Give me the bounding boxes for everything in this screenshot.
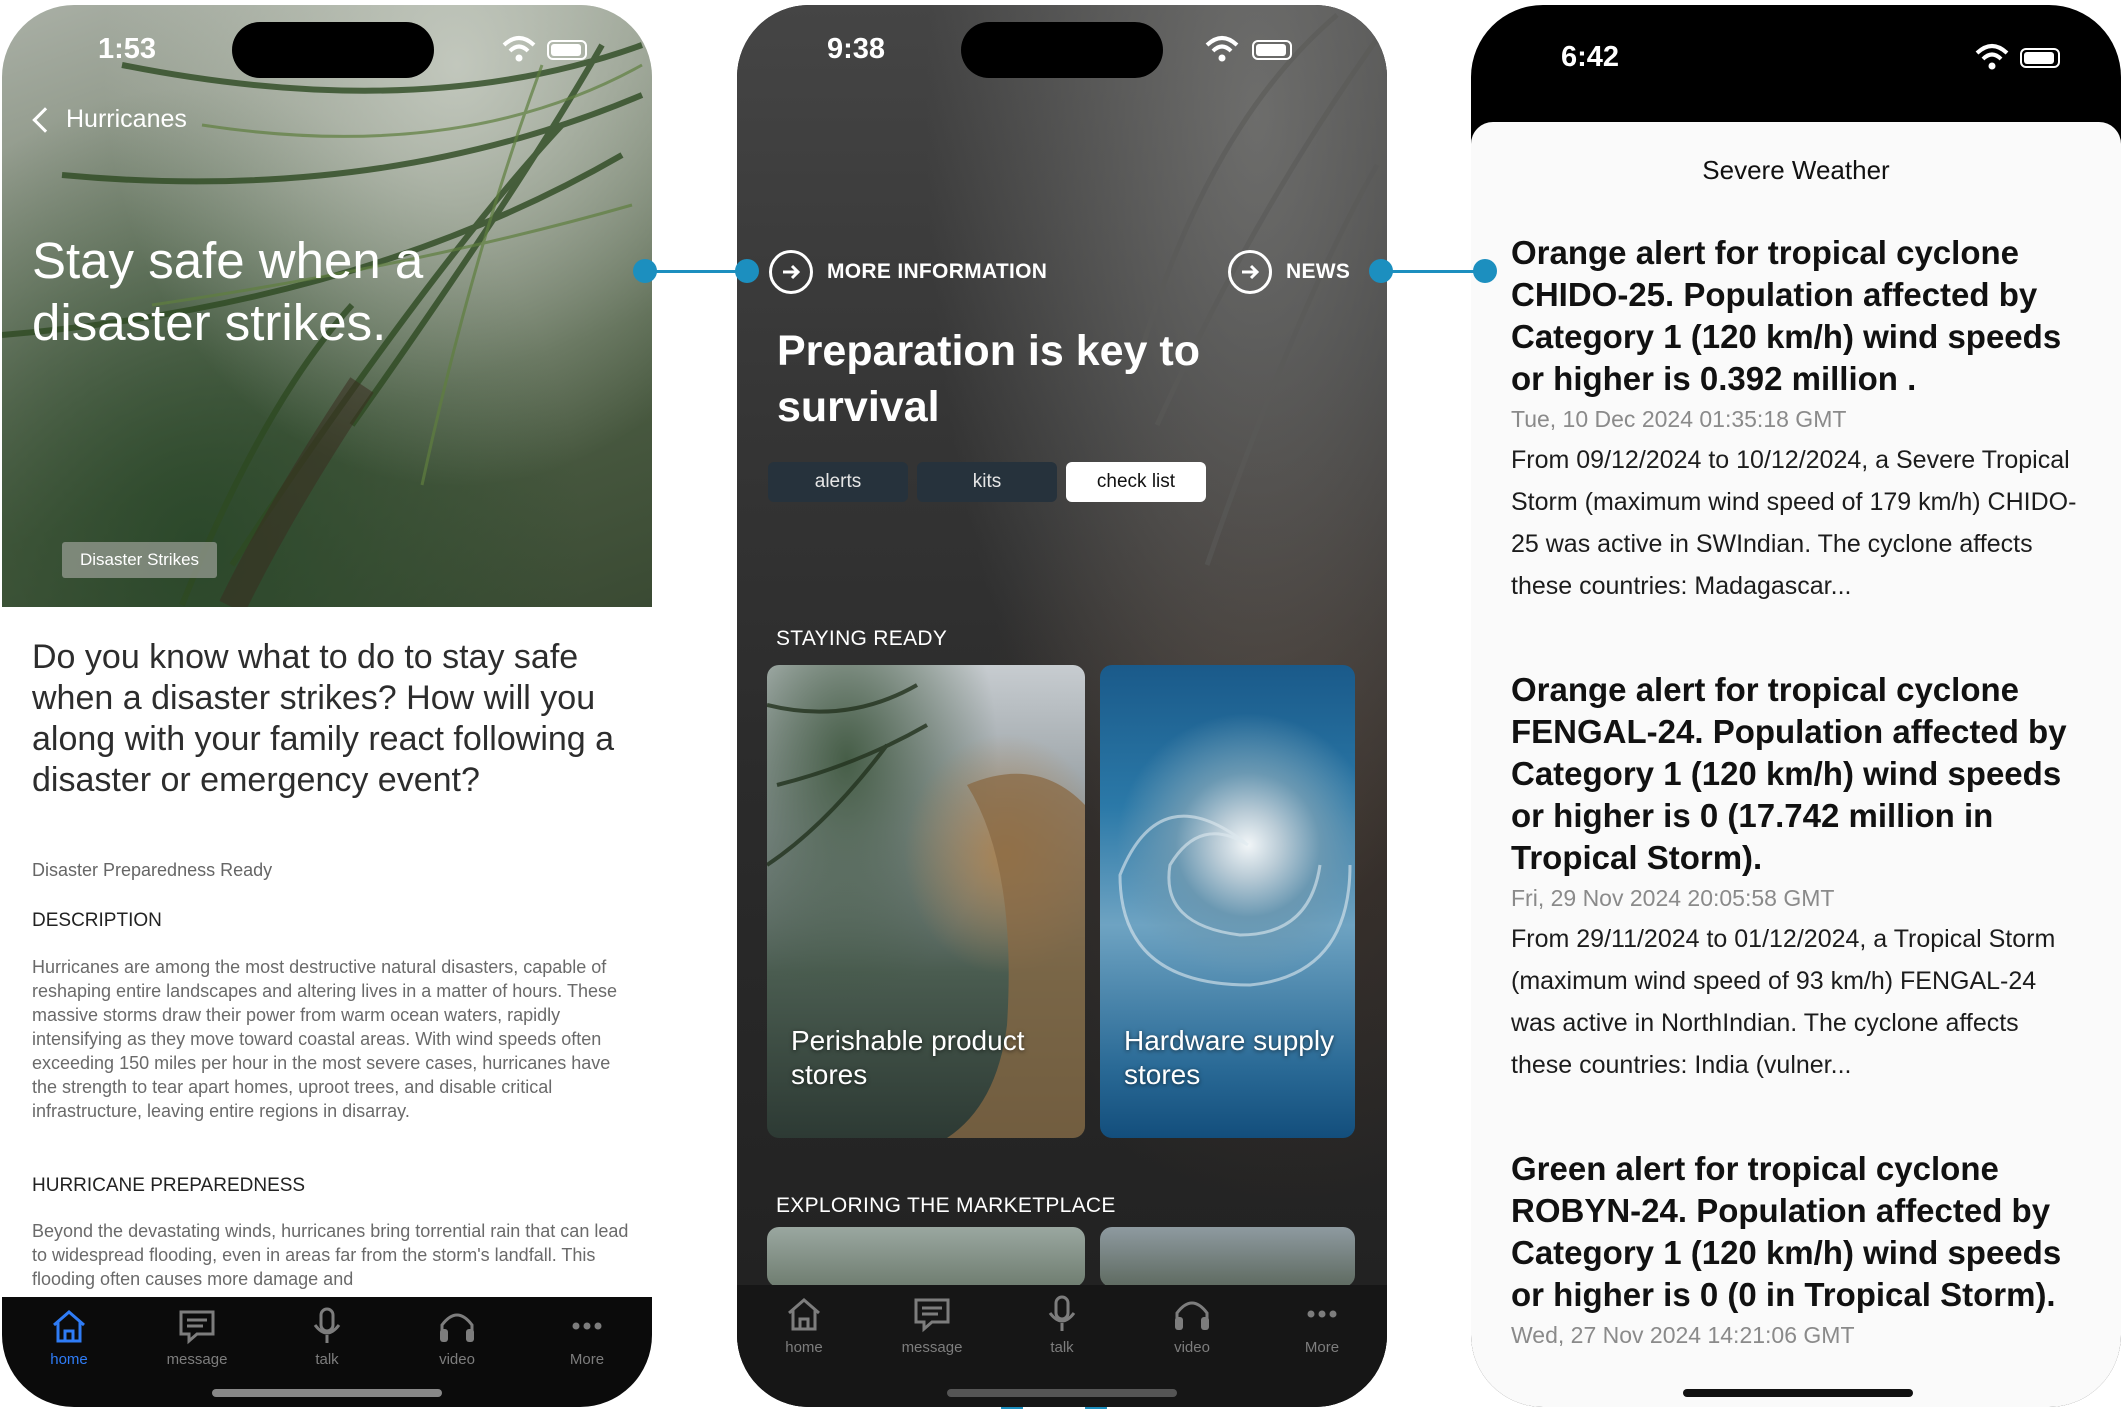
alert-item[interactable]: Green alert for tropical cyclone ROBYN-2… — [1511, 1148, 2081, 1349]
status-time: 9:38 — [827, 33, 886, 65]
card-caption: Hardware supply stores — [1124, 1025, 1335, 1090]
hardware-stores-card[interactable]: Hardware supply stores — [1100, 665, 1355, 1138]
connector-dot — [735, 259, 759, 283]
alert-headline: Orange alert for tropical cyclone FENGAL… — [1511, 671, 2067, 876]
tab-video[interactable]: video — [1137, 1295, 1247, 1356]
hero-title: Stay safe when a disaster strikes. — [32, 232, 424, 351]
page-title: Preparation is key to survival — [777, 327, 1200, 431]
alert-body: From 29/11/2024 to 01/12/2024, a Tropica… — [1511, 925, 2056, 1079]
phone-preparation: 9:38 MORE INFORMATION NEWS Preparation i… — [737, 5, 1387, 1407]
more-dots-icon — [1307, 1310, 1337, 1318]
marketplace-card-2[interactable] — [1100, 1227, 1355, 1287]
alert-body: From 09/12/2024 to 10/12/2024, a Severe … — [1511, 446, 2077, 600]
article-question: Do you know what to do to stay safe when… — [32, 638, 615, 799]
tab-label: talk — [315, 1351, 339, 1368]
tab-label: home — [50, 1351, 88, 1368]
alert-headline: Green alert for tropical cyclone ROBYN-2… — [1511, 1150, 2062, 1313]
home-indicator[interactable] — [212, 1389, 442, 1397]
status-time: 1:53 — [98, 33, 157, 65]
severe-weather-sheet[interactable]: Severe Weather Orange alert for tropical… — [1471, 122, 2121, 1407]
tab-talk[interactable]: talk — [272, 1307, 382, 1368]
more-dots-icon — [572, 1322, 602, 1330]
staying-ready-heading: STAYING READY — [776, 627, 948, 650]
battery-icon — [1252, 40, 1292, 60]
microphone-icon — [313, 1307, 341, 1343]
tab-label: More — [1304, 1339, 1340, 1356]
alert-date: Tue, 10 Dec 2024 01:35:18 GMT — [1511, 406, 1847, 432]
card-caption: Perishable product stores — [791, 1025, 1025, 1090]
battery-icon — [2020, 48, 2060, 68]
tab-label: message — [901, 1339, 963, 1356]
battery-icon — [547, 40, 587, 60]
tab-home[interactable]: home — [14, 1307, 124, 1368]
marketplace-card-1[interactable] — [767, 1227, 1085, 1287]
tab-talk[interactable]: talk — [1007, 1295, 1117, 1356]
description-text: Hurricanes are among the most destructiv… — [32, 957, 618, 1121]
message-icon — [179, 1310, 215, 1345]
tab-more[interactable]: More — [532, 1307, 642, 1368]
microphone-icon — [1048, 1295, 1076, 1331]
status-time: 6:42 — [1561, 41, 1620, 73]
tab-message[interactable]: message — [142, 1307, 252, 1368]
headphones-icon — [440, 1313, 474, 1342]
home-indicator[interactable] — [1683, 1389, 1913, 1397]
article-body: Do you know what to do to stay safe when… — [2, 607, 652, 1297]
alert-item[interactable]: Orange alert for tropical cyclone CHIDO-… — [1511, 232, 2081, 607]
tab-home[interactable]: home — [749, 1295, 859, 1356]
connector-line — [645, 270, 747, 273]
status-bar: 6:42 — [1471, 5, 2121, 115]
preparedness-text: Beyond the devastating winds, hurricanes… — [32, 1221, 629, 1289]
tab-message[interactable]: message — [877, 1295, 987, 1356]
house-icon — [788, 1298, 820, 1331]
home-indicator[interactable] — [947, 1389, 1177, 1397]
alert-date: Wed, 27 Nov 2024 14:21:06 GMT — [1511, 1322, 1855, 1348]
connector-dot — [1473, 259, 1497, 283]
dynamic-island — [232, 22, 434, 78]
wifi-icon — [1205, 36, 1239, 62]
segment-alerts[interactable]: alerts — [768, 462, 908, 502]
more-information-link[interactable]: MORE INFORMATION — [769, 250, 1047, 294]
arrow-right-circle-icon — [769, 250, 813, 294]
wifi-icon — [1975, 44, 2009, 70]
status-bar: 9:38 — [737, 5, 1387, 115]
dynamic-island — [1695, 27, 1897, 83]
segment-check-list[interactable]: check list — [1066, 462, 1206, 502]
tab-label: message — [166, 1351, 228, 1368]
wifi-icon — [502, 36, 536, 62]
connector-dot — [633, 259, 657, 283]
alert-headline: Orange alert for tropical cyclone CHIDO-… — [1511, 234, 2062, 397]
tab-label: More — [569, 1351, 605, 1368]
segment-kits[interactable]: kits — [917, 462, 1057, 502]
connector-line — [1381, 270, 1485, 273]
tab-video[interactable]: video — [402, 1307, 512, 1368]
marketplace-heading: EXPLORING THE MARKETPLACE — [776, 1194, 1116, 1217]
sheet-title: Severe Weather — [1702, 155, 1890, 185]
headphones-icon — [1175, 1301, 1209, 1330]
description-heading: DESCRIPTION — [32, 910, 162, 931]
tab-label: home — [785, 1339, 823, 1356]
phone-hurricane-info: 1:53 Hurricanes Stay safe when a disaste… — [2, 5, 652, 1407]
dynamic-island — [961, 22, 1163, 78]
connector-dot — [1369, 259, 1393, 283]
status-bar: 1:53 — [2, 5, 652, 115]
hero-tag[interactable]: Disaster Strikes — [62, 542, 218, 578]
message-icon — [914, 1298, 950, 1333]
house-icon — [53, 1310, 85, 1343]
more-information-label: MORE INFORMATION — [827, 260, 1048, 283]
article-subtitle: Disaster Preparedness Ready — [32, 860, 273, 880]
tab-more[interactable]: More — [1267, 1295, 1377, 1356]
tab-label: talk — [1050, 1339, 1074, 1356]
news-label: NEWS — [1286, 260, 1351, 283]
perishable-stores-card[interactable]: Perishable product stores — [767, 665, 1085, 1138]
phone-severe-weather: 6:42 Severe Weather Orange alert for tro… — [1471, 5, 2121, 1407]
arrow-right-circle-icon — [1228, 250, 1272, 294]
tab-label: video — [439, 1351, 475, 1368]
alert-item[interactable]: Orange alert for tropical cyclone FENGAL… — [1511, 669, 2081, 1086]
news-link[interactable]: NEWS — [1228, 250, 1350, 294]
tab-label: video — [1174, 1339, 1210, 1356]
alert-date: Fri, 29 Nov 2024 20:05:58 GMT — [1511, 885, 1835, 911]
preparedness-heading: HURRICANE PREPAREDNESS — [32, 1175, 306, 1196]
